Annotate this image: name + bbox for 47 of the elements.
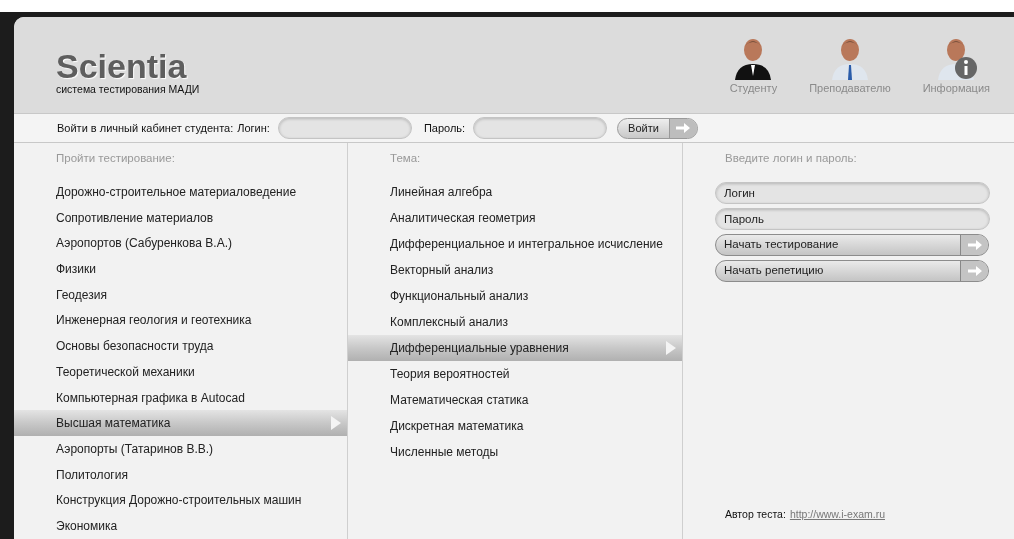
login-caption: Войти в личный кабинет студента: bbox=[57, 120, 234, 136]
list-item[interactable]: Математическая статика bbox=[348, 387, 682, 413]
field-label: Пароль: bbox=[423, 120, 466, 136]
list-item[interactable]: Теория вероятностей bbox=[348, 361, 682, 387]
start-button[interactable]: Начать репетицию bbox=[715, 260, 989, 282]
list-item[interactable]: Геодезия bbox=[14, 281, 347, 308]
column-heading: Тема: bbox=[389, 151, 422, 166]
column-heading: Введите логин и пароль: bbox=[724, 151, 858, 166]
logo-subtitle: система тестирования МАДИ bbox=[56, 83, 200, 95]
list-item[interactable]: Основы безопасности труда bbox=[14, 333, 347, 360]
login-button[interactable]: Войти bbox=[617, 117, 698, 139]
column-heading: Пройти тестирование: bbox=[55, 151, 176, 166]
password-input[interactable]: Пароль bbox=[715, 208, 990, 230]
password-input[interactable] bbox=[473, 117, 608, 139]
list-item[interactable]: Функциональный анализ bbox=[348, 283, 682, 309]
triangle-pointer-icon bbox=[666, 341, 676, 355]
list-item[interactable]: Физики bbox=[14, 256, 347, 282]
list-item[interactable]: Аналитическая геометрия bbox=[348, 205, 682, 231]
list-item[interactable]: Численные методы bbox=[348, 439, 682, 465]
arrow-right-icon bbox=[967, 266, 982, 276]
arrow-right-icon bbox=[676, 123, 691, 133]
list-item[interactable]: Дорожно-строительное материаловедение bbox=[14, 179, 347, 205]
list-item[interactable]: Высшая математика bbox=[14, 410, 347, 437]
logo[interactable]: Scientia bbox=[56, 49, 200, 83]
list-item[interactable]: Теоретической механики bbox=[14, 359, 347, 385]
list-item[interactable]: Линейная алгебра bbox=[348, 179, 682, 205]
list-item[interactable]: Дискретная математика bbox=[348, 413, 682, 439]
field-label: Логин: bbox=[237, 120, 270, 136]
list-item[interactable]: Векторный анализ bbox=[348, 257, 682, 283]
login-input[interactable]: Логин bbox=[715, 182, 990, 204]
list-item[interactable]: Компьютерная графика в Autocad bbox=[14, 384, 347, 411]
list-item[interactable]: Дифференциальное и интегральное исчисление bbox=[348, 231, 682, 257]
list-item[interactable]: Конструкция Дорожно-строительных машин bbox=[14, 487, 347, 514]
list-item[interactable]: Инженерная геология и геотехника bbox=[14, 307, 347, 334]
login-input[interactable] bbox=[277, 117, 412, 139]
list-item[interactable]: Аэропортов (Сабуренкова В.А.) bbox=[14, 230, 347, 257]
arrow-right-icon bbox=[967, 240, 982, 250]
list-item[interactable]: Аэропорты (Татаринов В.В.) bbox=[14, 436, 347, 462]
start-button[interactable]: Начать тестирование bbox=[715, 234, 989, 256]
list-item[interactable]: Комплексный анализ bbox=[348, 309, 682, 335]
author-link[interactable]: http://www.i-exam.ru bbox=[789, 507, 885, 523]
list-item[interactable]: Дифференциальные уравнения bbox=[348, 335, 682, 361]
author-label: Автор теста: bbox=[725, 507, 786, 523]
triangle-pointer-icon bbox=[331, 416, 341, 431]
list-item[interactable]: Политология bbox=[14, 461, 347, 488]
list-item[interactable]: Сопротивление материалов bbox=[14, 204, 347, 231]
list-item[interactable]: Экономика bbox=[14, 513, 347, 539]
